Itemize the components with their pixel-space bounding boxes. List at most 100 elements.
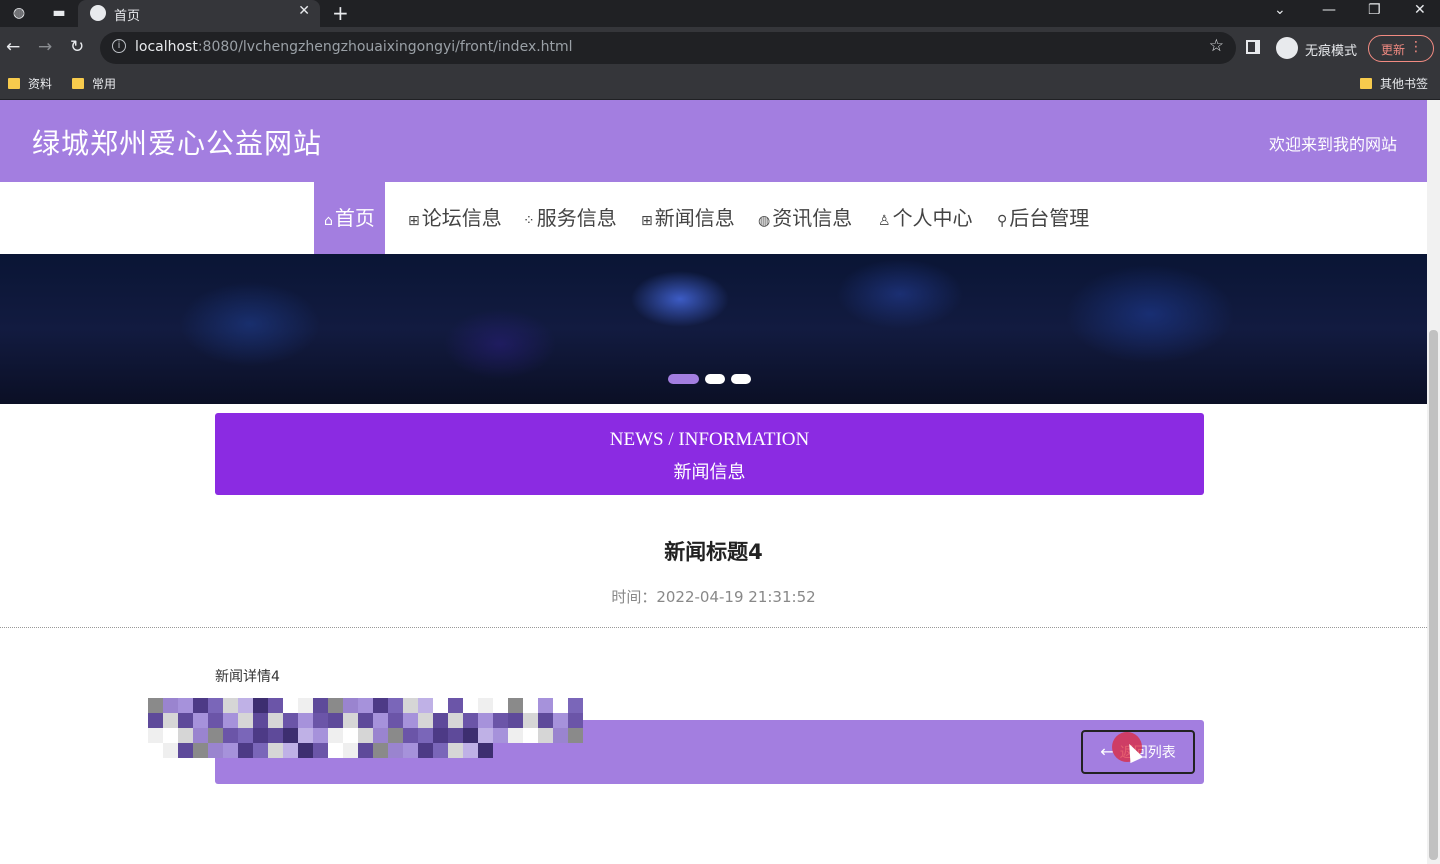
page-scrollbar[interactable] — [1427, 100, 1440, 864]
pixel-block — [568, 713, 583, 728]
update-label: 更新 — [1381, 43, 1406, 57]
pixel-block — [373, 728, 388, 743]
bookmark-folder-changyong[interactable]: 常用 — [72, 75, 116, 92]
nav-item-admin[interactable]: ⚲ 后台管理 — [997, 182, 1089, 254]
pixel-block — [448, 728, 463, 743]
pixelated-overlay — [148, 698, 588, 758]
pixel-block — [163, 713, 178, 728]
new-tab-icon[interactable]: + — [332, 1, 349, 25]
pixel-block — [478, 743, 493, 758]
pixel-block — [298, 713, 313, 728]
divider — [0, 627, 1427, 628]
pixel-block — [343, 698, 358, 713]
minimize-icon[interactable]: — — [1322, 2, 1336, 18]
pixel-block — [283, 728, 298, 743]
pixel-block — [343, 713, 358, 728]
pixel-block — [478, 713, 493, 728]
pixel-block — [253, 698, 268, 713]
pixel-block — [403, 713, 418, 728]
pixel-block — [343, 743, 358, 758]
restore-icon[interactable]: ❐ — [1368, 2, 1381, 18]
update-button[interactable]: 更新 ⋮ — [1368, 35, 1434, 62]
pixel-block — [418, 743, 433, 758]
tab-search-icon[interactable]: ⌄ — [1274, 2, 1286, 18]
pixel-block — [478, 698, 493, 713]
pixel-block — [523, 728, 538, 743]
link-icon: ⚲ — [997, 213, 1008, 229]
reload-icon[interactable]: ↻ — [70, 37, 84, 57]
bookmark-star-icon[interactable]: ☆ — [1209, 36, 1224, 56]
back-icon[interactable]: ← — [6, 37, 20, 57]
pixel-block — [223, 728, 238, 743]
pixel-block — [418, 713, 433, 728]
article-time: 时间：2022-04-19 21:31:52 — [611, 588, 816, 606]
carousel-dot-active[interactable] — [668, 374, 699, 384]
url-text[interactable]: localhost:8080/lvchengzhengzhouaixingong… — [135, 39, 573, 55]
incognito-icon — [1276, 37, 1298, 59]
nav-item-home[interactable]: ⌂ 首页 — [314, 182, 385, 254]
pixel-block — [463, 728, 478, 743]
home-icon: ⌂ — [324, 213, 333, 229]
pixel-block — [418, 728, 433, 743]
pixel-block — [208, 698, 223, 713]
tab-close-icon[interactable]: ✕ — [298, 3, 310, 19]
pixel-block — [373, 743, 388, 758]
side-panel-icon[interactable] — [1246, 40, 1260, 54]
tab-group-icon[interactable]: ▬ — [50, 4, 68, 22]
main-nav: ⌂ 首页 ⊞ 论坛信息 ⁘ 服务信息 ⊞ 新闻信息 ◍ 资讯信息 ♙ 个人中心 ⚲ 后台管理 — [0, 182, 1427, 254]
browser-tab-active[interactable]: 首页 ✕ — [78, 0, 320, 27]
pixel-block — [253, 728, 268, 743]
pixel-block — [313, 713, 328, 728]
article-title: 新闻标题4 — [664, 540, 763, 564]
pixel-block — [268, 698, 283, 713]
carousel-dot[interactable] — [705, 374, 725, 384]
bookmark-folder-other[interactable]: 其他书签 — [1360, 75, 1428, 92]
site-info-icon[interactable]: i — [112, 39, 126, 53]
pixel-block — [388, 743, 403, 758]
pixel-block — [148, 728, 163, 743]
pixel-block — [328, 743, 343, 758]
browser-tab-strip: ◍ ▬ 首页 ✕ + ⌄ — ❐ ✕ — [0, 0, 1440, 27]
bookmarks-bar: 资料 常用 其他书签 — [0, 69, 1440, 100]
carousel-dot[interactable] — [731, 374, 751, 384]
pixel-block — [538, 713, 553, 728]
site-title: 绿城郑州爱心公益网站 — [32, 127, 323, 160]
nav-item-news[interactable]: ⊞ 新闻信息 — [641, 182, 735, 254]
forum-icon: ⊞ — [408, 213, 420, 229]
bookmark-folder-ziliao[interactable]: 资料 — [8, 75, 52, 92]
pixel-block — [493, 728, 508, 743]
service-icon: ⁘ — [523, 213, 535, 229]
pixel-block — [313, 743, 328, 758]
pixel-block — [388, 728, 403, 743]
globe-icon — [90, 5, 106, 21]
scrollbar-thumb[interactable] — [1429, 330, 1438, 860]
pixel-block — [298, 698, 313, 713]
pixel-block — [163, 743, 178, 758]
address-bar[interactable]: i localhost:8080/lvchengzhengzhouaixingo… — [100, 32, 1236, 64]
pixel-block — [388, 698, 403, 713]
pixel-block — [193, 743, 208, 758]
banner-carousel[interactable] — [0, 254, 1427, 404]
nav-item-forum[interactable]: ⊞ 论坛信息 — [408, 182, 502, 254]
article-body: 新闻详情4 — [215, 669, 280, 685]
nav-item-info[interactable]: ◍ 资讯信息 — [758, 182, 852, 254]
browser-toolbar: ← → ↻ i localhost:8080/lvchengzhengzhoua… — [0, 27, 1440, 69]
forward-icon[interactable]: → — [38, 37, 52, 57]
site-header: 绿城郑州爱心公益网站 欢迎来到我的网站 — [0, 100, 1427, 182]
browser-menu-icon[interactable]: ◍ — [10, 4, 28, 22]
pixel-block — [373, 698, 388, 713]
pixel-block — [268, 713, 283, 728]
pixel-block — [418, 698, 433, 713]
pixel-block — [388, 713, 403, 728]
pixel-block — [163, 698, 178, 713]
pixel-block — [208, 743, 223, 758]
info-icon: ◍ — [758, 213, 771, 229]
nav-item-service[interactable]: ⁘ 服务信息 — [523, 182, 617, 254]
nav-item-profile[interactable]: ♙ 个人中心 — [878, 182, 973, 254]
pixel-block — [508, 713, 523, 728]
pixel-block — [193, 728, 208, 743]
pixel-block — [328, 713, 343, 728]
pixel-block — [358, 698, 373, 713]
window-close-icon[interactable]: ✕ — [1414, 2, 1426, 18]
more-menu-icon[interactable]: ⋮ — [1409, 39, 1423, 55]
